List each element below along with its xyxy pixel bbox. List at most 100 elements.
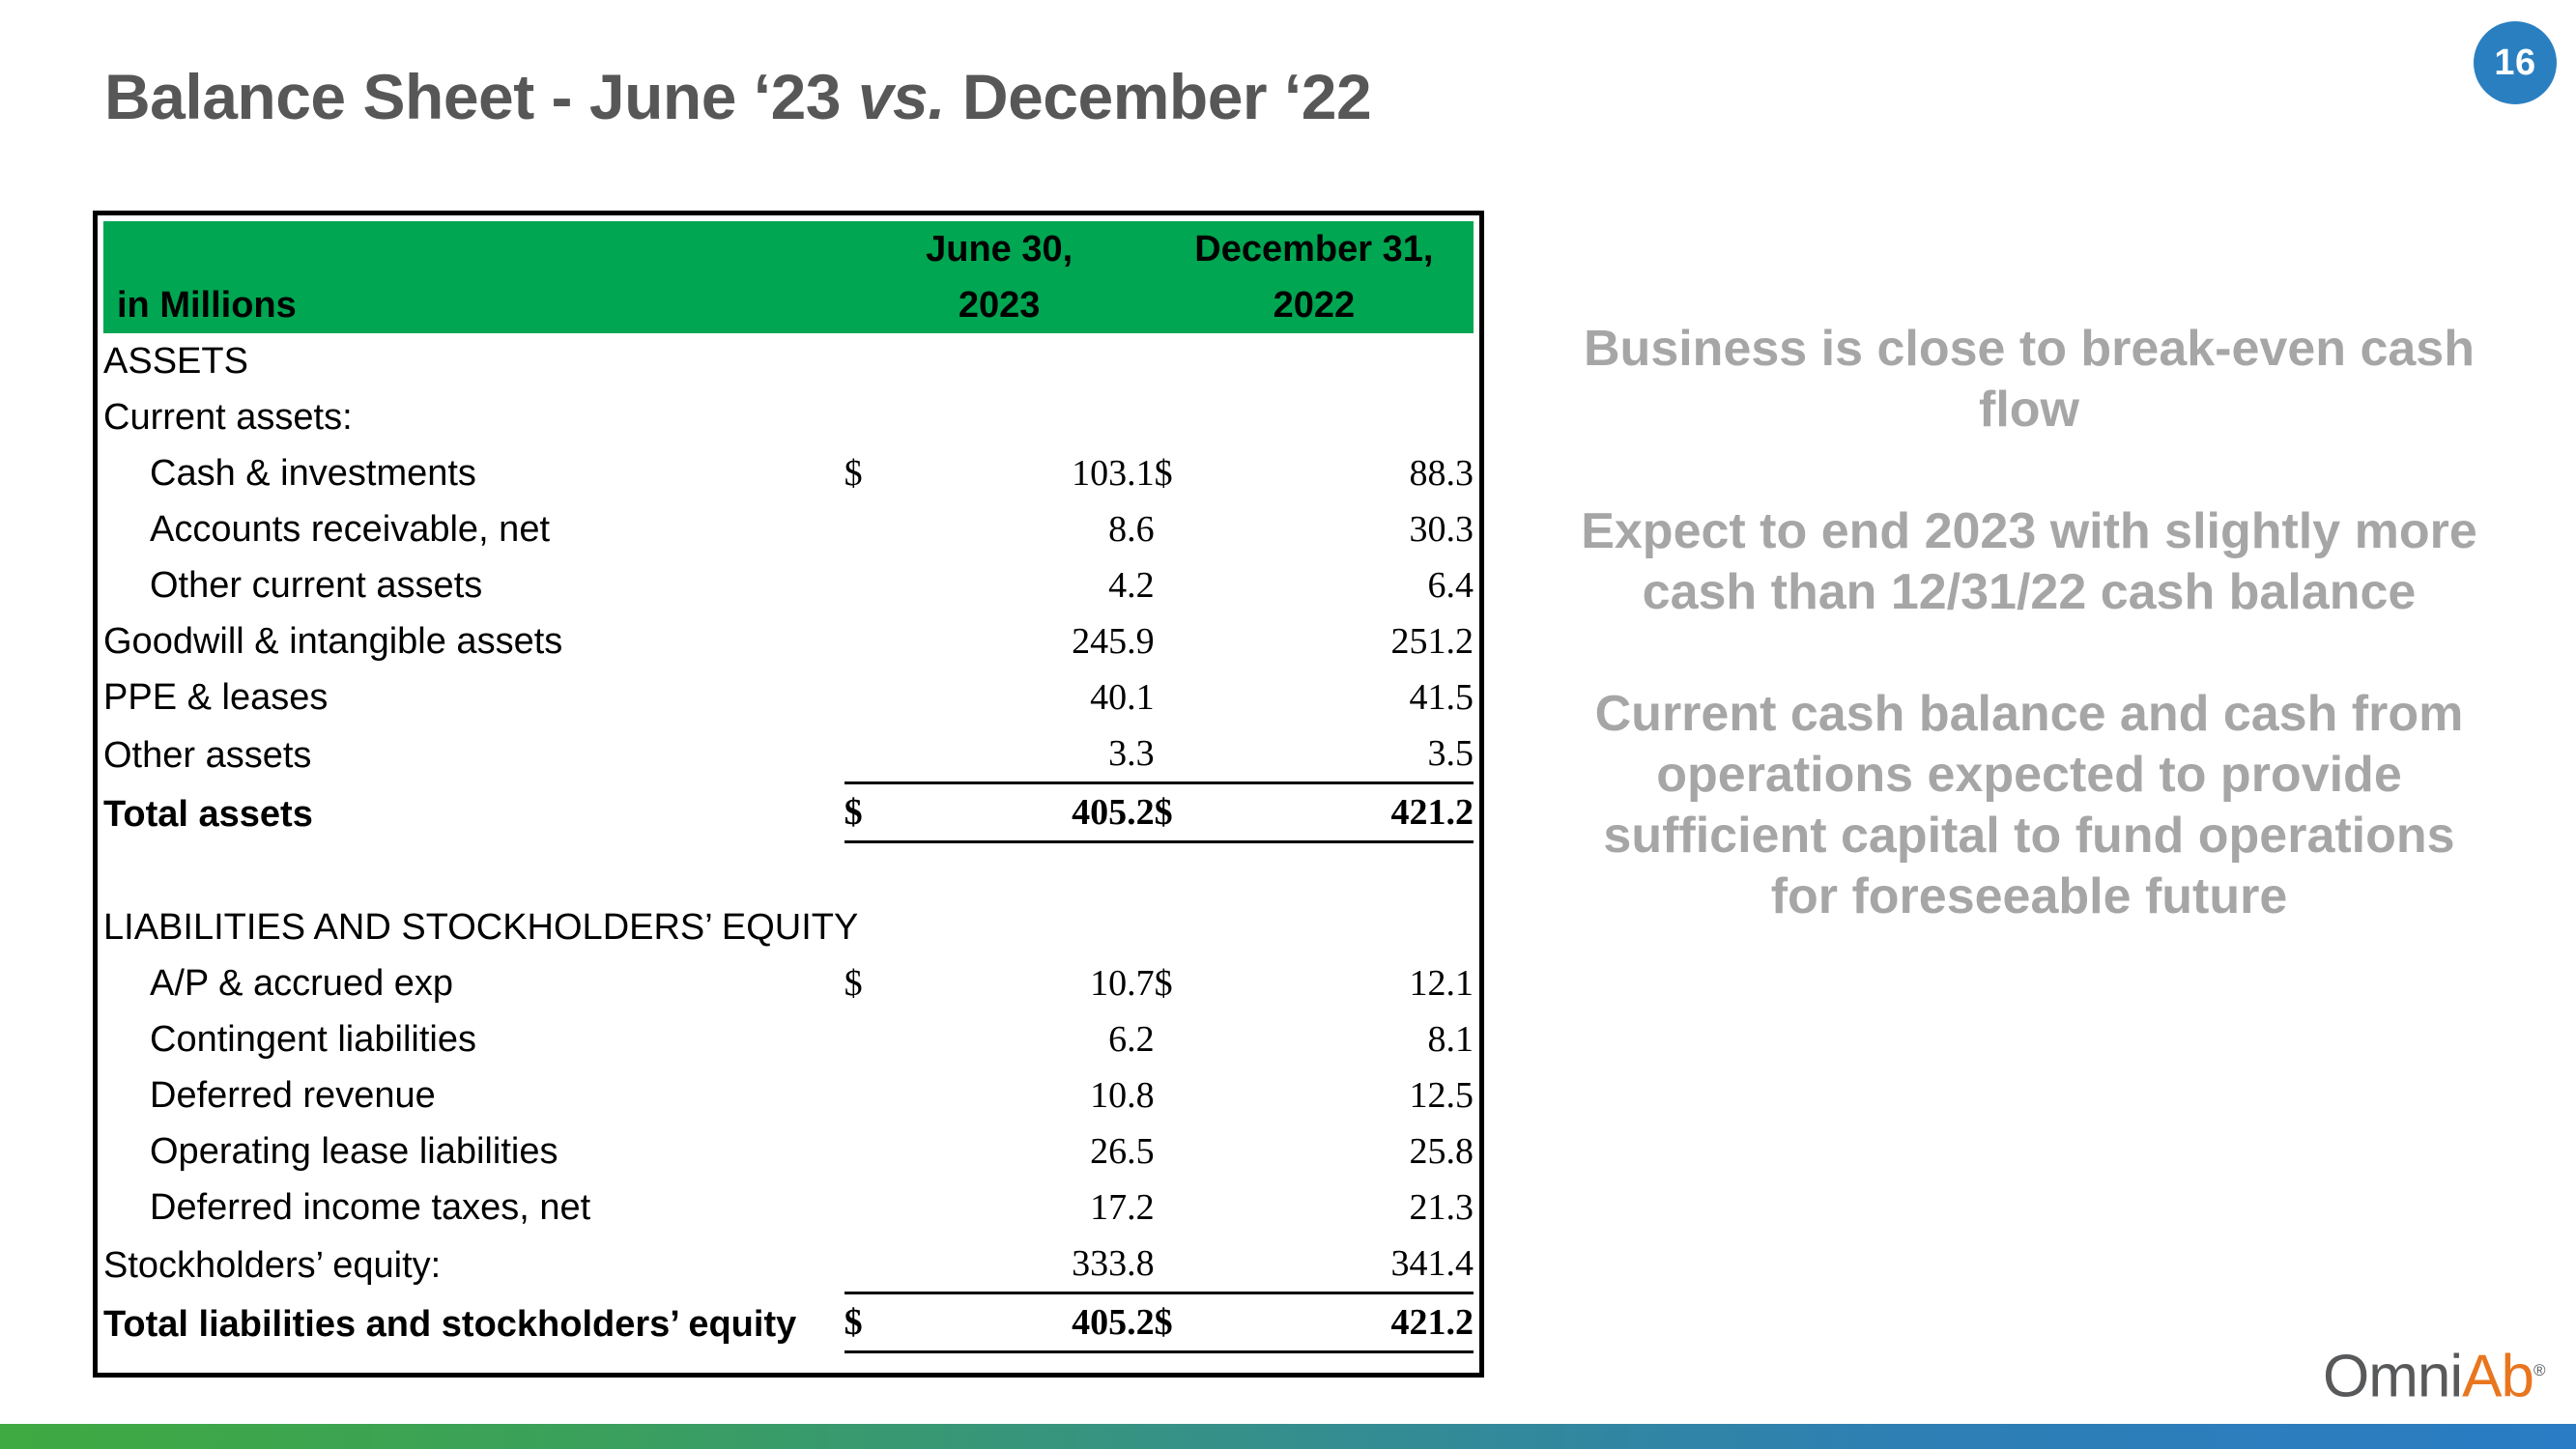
row-value-june bbox=[905, 333, 1154, 389]
row-value-june: 245.9 bbox=[1072, 621, 1155, 662]
footer-gradient-bar bbox=[0, 1424, 2576, 1449]
header-col2-line1: December 31, bbox=[1154, 221, 1474, 277]
row-currency-december bbox=[1155, 1011, 1216, 1067]
row-value-june: 103.1 bbox=[1072, 453, 1155, 494]
row-value-december: 341.4 bbox=[1390, 1243, 1474, 1284]
row-value-june bbox=[905, 899, 1154, 955]
row-label: LIABILITIES AND STOCKHOLDERS’ EQUITY bbox=[103, 907, 859, 948]
header-units-label: in Millions bbox=[103, 277, 844, 333]
registered-trademark-icon: ® bbox=[2533, 1361, 2545, 1379]
row-value-december: 30.3 bbox=[1409, 509, 1474, 550]
header-spacer bbox=[103, 221, 844, 277]
row-currency-june bbox=[844, 1123, 906, 1179]
row-label: Other assets bbox=[103, 734, 312, 776]
row-value-december: 88.3 bbox=[1409, 453, 1474, 494]
row-value-december: 25.8 bbox=[1409, 1131, 1474, 1172]
row-currency-june bbox=[844, 842, 906, 900]
row-value-june: 8.6 bbox=[1108, 509, 1155, 550]
row-value-june bbox=[905, 389, 1154, 445]
row-label: Accounts receivable, net bbox=[150, 509, 551, 550]
row-value-june: 17.2 bbox=[1090, 1187, 1155, 1228]
row-currency-december: $ bbox=[1154, 1292, 1216, 1353]
table-row: Deferred revenue 10.8 12.5 bbox=[103, 1067, 1474, 1123]
row-label: Contingent liabilities bbox=[150, 1019, 476, 1060]
table-row: Total assets $405.2 $421.2 bbox=[103, 781, 1474, 843]
row-value-december: 12.1 bbox=[1409, 963, 1474, 1004]
row-currency-june: $ bbox=[844, 963, 863, 1004]
row-currency-june bbox=[844, 1179, 906, 1236]
table-row: Stockholders’ equity: 333.8 341.4 bbox=[103, 1236, 1474, 1293]
row-value-june: 40.1 bbox=[1090, 677, 1155, 718]
row-value-december: 6.4 bbox=[1427, 565, 1474, 606]
row-currency-december bbox=[1155, 899, 1216, 955]
row-value-december: 251.2 bbox=[1390, 621, 1474, 662]
table-row: Other current assets 4.2 6.4 bbox=[103, 557, 1474, 613]
row-value-december bbox=[1216, 389, 1474, 445]
row-currency-june bbox=[844, 557, 906, 613]
row-label: Current assets: bbox=[103, 397, 353, 438]
row-currency-december bbox=[1155, 1236, 1216, 1293]
page-number-text: 16 bbox=[2494, 42, 2536, 83]
row-value-december bbox=[1216, 899, 1474, 955]
row-currency-december bbox=[1155, 669, 1216, 725]
row-currency-june bbox=[844, 501, 906, 557]
row-label: Stockholders’ equity: bbox=[103, 1244, 442, 1286]
table-row: Deferred income taxes, net 17.2 21.3 bbox=[103, 1179, 1474, 1236]
row-value-june: 333.8 bbox=[1072, 1243, 1155, 1284]
table-row: A/P & accrued exp $10.7 $12.1 bbox=[103, 955, 1474, 1011]
row-currency-june bbox=[844, 1236, 906, 1293]
row-currency-december bbox=[1155, 613, 1216, 669]
row-value-december: 41.5 bbox=[1409, 677, 1474, 718]
table-row: Cash & investments $103.1 $88.3 bbox=[103, 445, 1474, 501]
row-currency-december: $ bbox=[1154, 781, 1216, 843]
row-label: Deferred income taxes, net bbox=[150, 1187, 591, 1228]
table-header-row-top: June 30, December 31, bbox=[103, 221, 1474, 277]
row-label: Operating lease liabilities bbox=[150, 1131, 558, 1172]
row-label: ASSETS bbox=[103, 341, 248, 382]
table-row: Total liabilities and stockholders’ equi… bbox=[103, 1292, 1474, 1353]
row-value-june: 10.7 bbox=[1090, 963, 1155, 1004]
row-currency-december bbox=[1155, 1067, 1216, 1123]
row-value-june: 3.3 bbox=[1108, 733, 1155, 774]
row-currency-june bbox=[844, 1067, 906, 1123]
row-label: Total liabilities and stockholders’ equi… bbox=[103, 1303, 797, 1345]
row-value-december: 8.1 bbox=[1427, 1019, 1474, 1060]
table-row: ASSETS bbox=[103, 333, 1474, 389]
row-label: PPE & leases bbox=[103, 677, 329, 718]
row-currency-june bbox=[844, 725, 906, 783]
table-row: Goodwill & intangible assets 245.9 251.2 bbox=[103, 613, 1474, 669]
table-row: Operating lease liabilities 26.5 25.8 bbox=[103, 1123, 1474, 1179]
row-label bbox=[103, 842, 844, 900]
table-row: Contingent liabilities 6.2 8.1 bbox=[103, 1011, 1474, 1067]
table-row: Accounts receivable, net 8.6 30.3 bbox=[103, 501, 1474, 557]
row-value-june bbox=[905, 842, 1154, 900]
row-value-june: 26.5 bbox=[1090, 1131, 1155, 1172]
row-value-december: 421.2 bbox=[1216, 781, 1474, 843]
title-part-after: December ‘22 bbox=[945, 61, 1372, 132]
row-label: Total assets bbox=[103, 793, 313, 835]
row-currency-december: $ bbox=[1154, 453, 1173, 494]
row-value-december bbox=[1216, 842, 1474, 900]
row-currency-december bbox=[1155, 842, 1216, 900]
table-header-row-bottom: in Millions 2023 2022 bbox=[103, 277, 1474, 333]
commentary-paragraph: Business is close to break-even cash flo… bbox=[1584, 321, 2475, 438]
table-row: PPE & leases 40.1 41.5 bbox=[103, 669, 1474, 725]
row-currency-june: $ bbox=[844, 1292, 906, 1353]
row-value-june: 405.2 bbox=[905, 1292, 1155, 1353]
row-currency-june bbox=[844, 333, 906, 389]
commentary-block: Business is close to break-even cash flo… bbox=[1565, 319, 2493, 927]
row-value-december: 3.5 bbox=[1427, 733, 1474, 774]
row-currency-june bbox=[844, 1011, 906, 1067]
row-value-june: 6.2 bbox=[1108, 1019, 1155, 1060]
row-currency-december: $ bbox=[1154, 963, 1173, 1004]
row-label: Cash & investments bbox=[150, 453, 476, 494]
row-value-june: 405.2 bbox=[905, 781, 1155, 843]
title-vs: vs. bbox=[857, 61, 946, 132]
row-currency-june bbox=[844, 613, 906, 669]
table-row: LIABILITIES AND STOCKHOLDERS’ EQUITY bbox=[103, 899, 1474, 955]
row-currency-december bbox=[1155, 725, 1216, 783]
commentary-paragraph: Expect to end 2023 with slightly more ca… bbox=[1581, 503, 2477, 620]
row-value-june: 10.8 bbox=[1090, 1075, 1155, 1116]
omniab-logo: OmniAb® bbox=[2323, 1341, 2545, 1407]
row-label: Deferred revenue bbox=[150, 1075, 436, 1116]
